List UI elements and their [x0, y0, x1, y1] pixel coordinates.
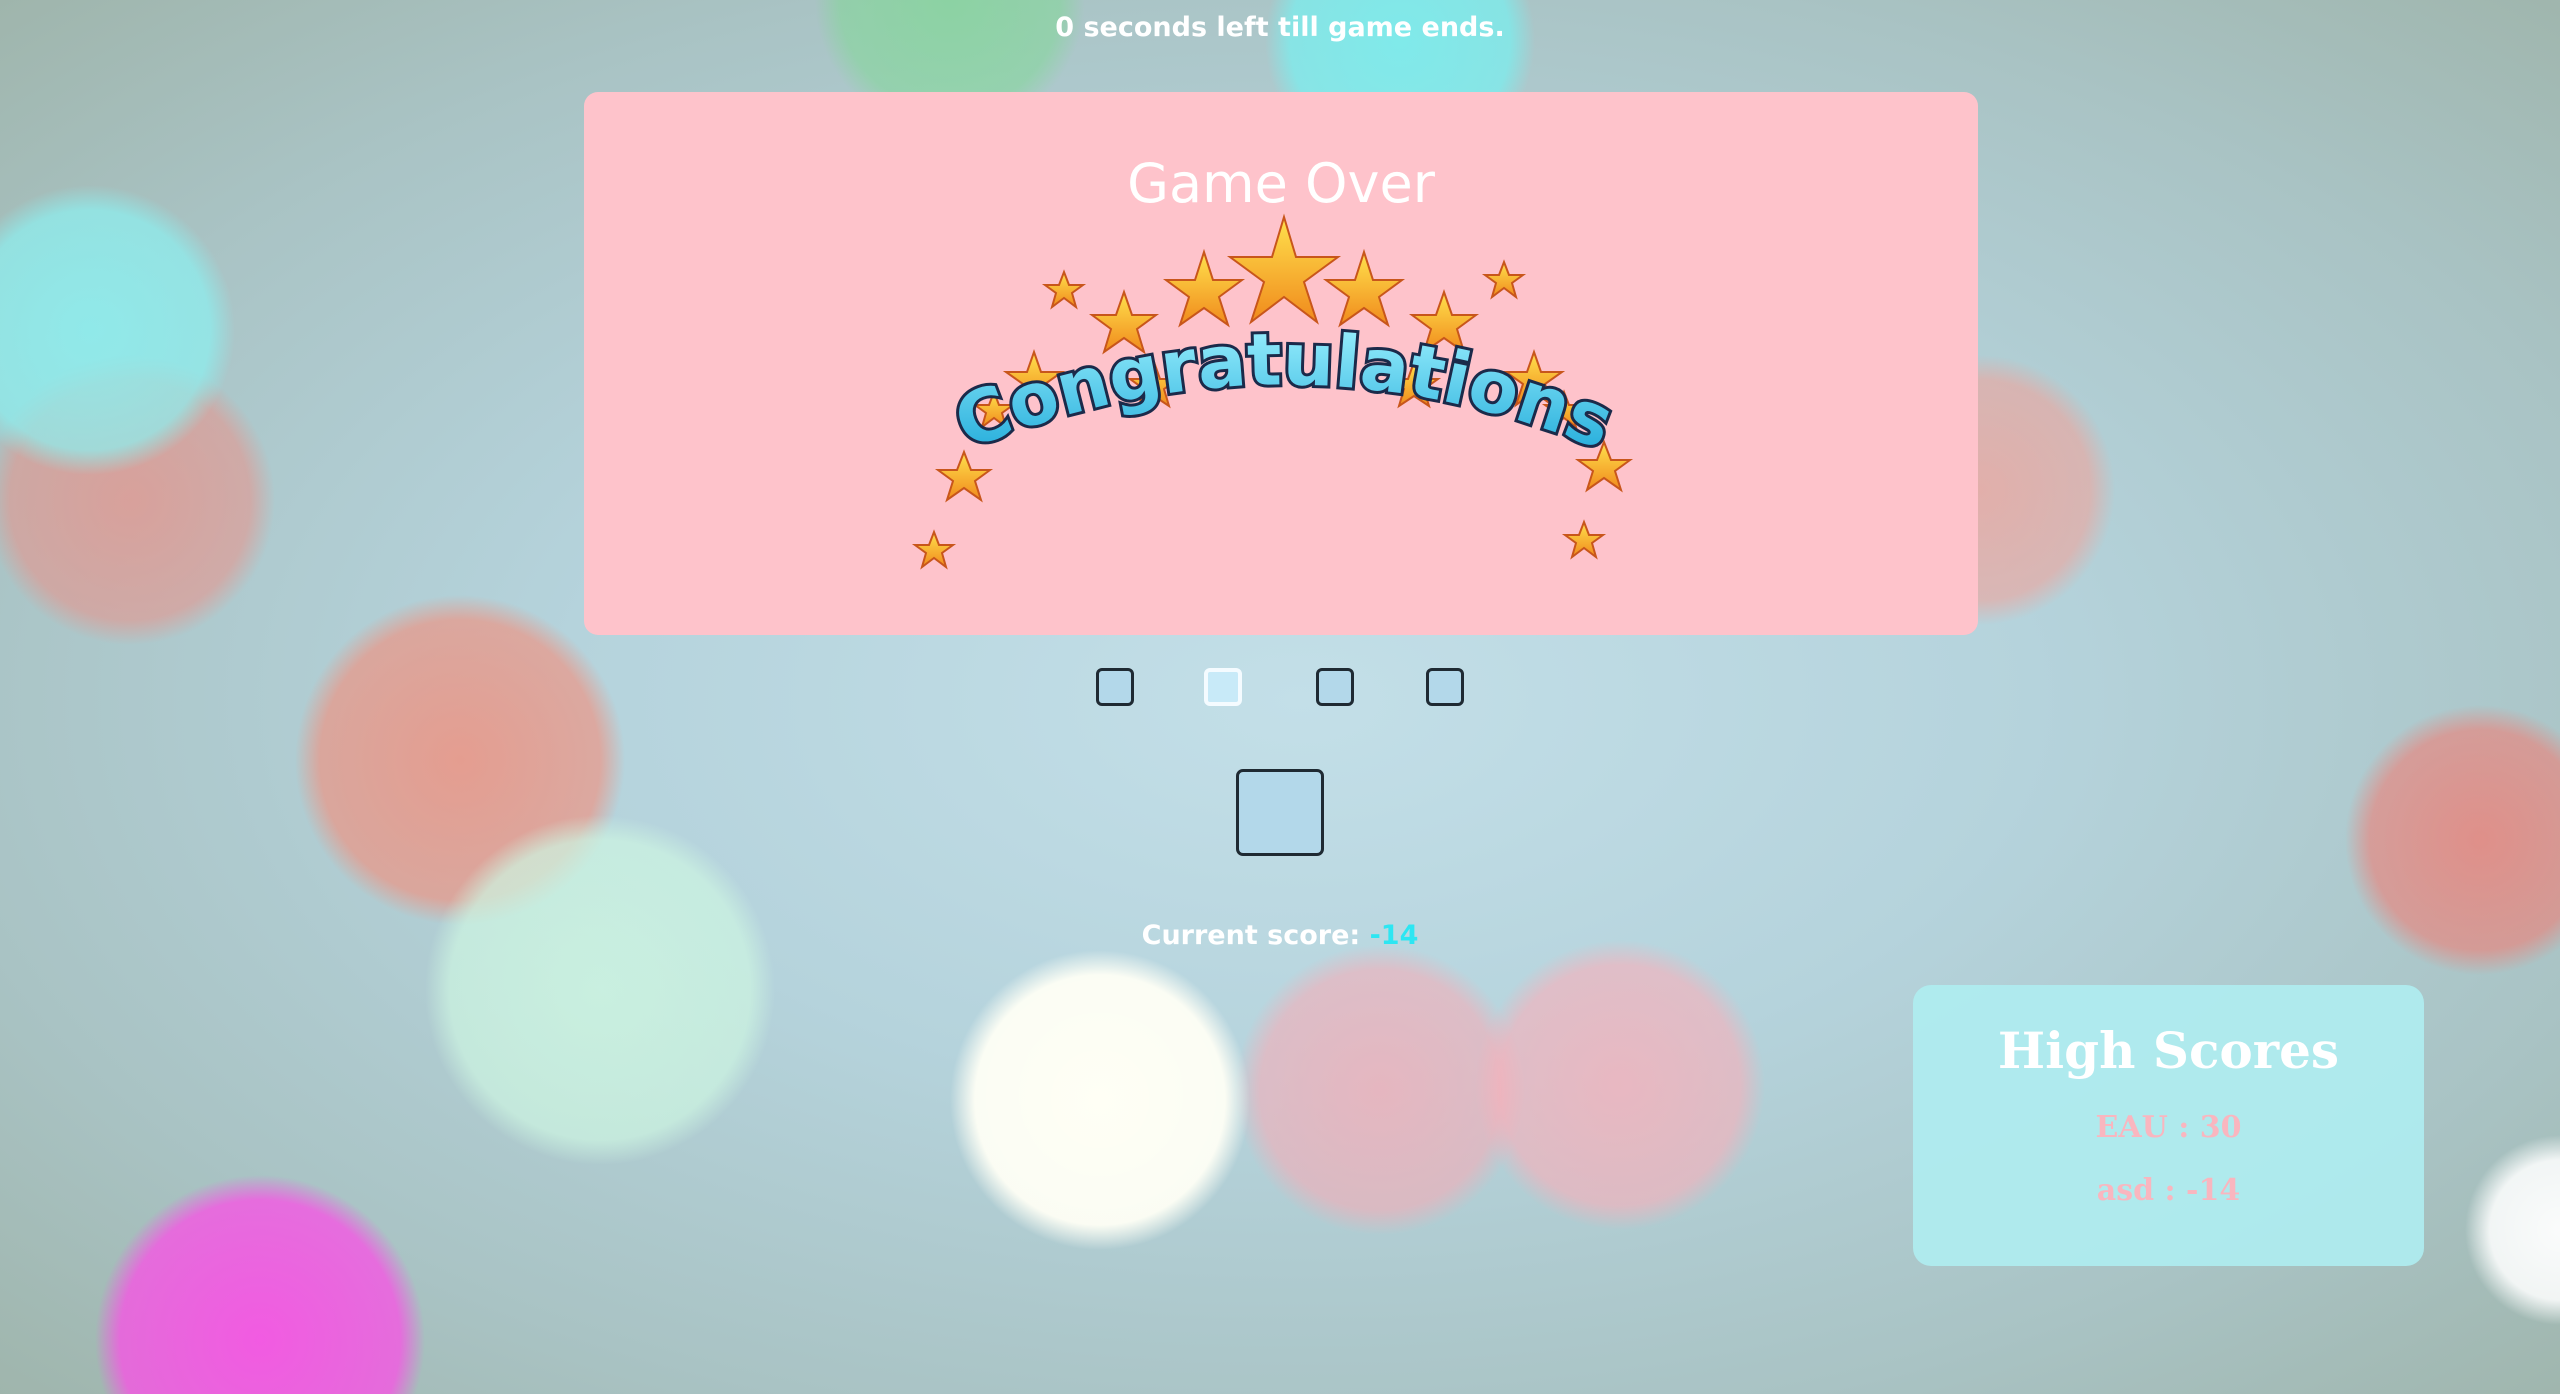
- congratulations-banner: Congratulations: [911, 213, 1634, 570]
- high-scores-title: High Scores: [1997, 1021, 2340, 1080]
- congratulations-text: Congratulations: [943, 317, 1624, 465]
- game-square-2[interactable]: [1204, 668, 1242, 706]
- game-square-1[interactable]: [1096, 668, 1134, 706]
- high-score-entry: asd : -14: [2096, 1173, 2241, 1208]
- countdown-timer: 0 seconds left till game ends.: [1055, 12, 1505, 43]
- game-over-panel: Game Over Congratulations: [584, 92, 1978, 635]
- game-square-3[interactable]: [1316, 668, 1354, 706]
- target-square[interactable]: [1236, 769, 1324, 856]
- game-square-4[interactable]: [1426, 668, 1464, 706]
- current-score: Current score: -14: [0, 920, 2560, 951]
- high-score-entry: EAU : 30: [2095, 1110, 2242, 1145]
- current-score-value: -14: [1369, 920, 1419, 951]
- current-score-label: Current score:: [1141, 920, 1361, 951]
- game-over-title: Game Over: [1127, 152, 1435, 215]
- high-scores-panel: High Scores EAU : 30 asd : -14: [1913, 985, 2424, 1266]
